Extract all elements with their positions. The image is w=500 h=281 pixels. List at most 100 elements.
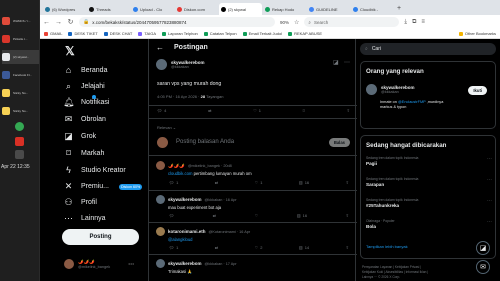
bookmark-item[interactable]: Laporan Telphon	[162, 31, 198, 36]
taskbar-app-sticky-1[interactable]: Sticky No...	[2, 86, 39, 100]
bookmark-item[interactable]: REKAP ABUSE	[288, 31, 322, 36]
post-button[interactable]: Posting	[62, 229, 139, 245]
sort-dropdown[interactable]: Relevan ⌄	[157, 125, 176, 130]
nav-more[interactable]: ⋯ Lainnya	[63, 213, 106, 224]
reply-button[interactable]: 💬︎	[169, 213, 174, 218]
extensions-icon[interactable]: ⧉	[412, 19, 416, 26]
grok-float-button[interactable]: ◪	[476, 241, 490, 255]
browser-tab[interactable]: Rekap Hodo	[263, 3, 306, 15]
more-icon[interactable]: ⋯	[344, 59, 350, 66]
browser-tab[interactable]: (6) Wordpres	[43, 3, 86, 15]
nav-creator-studio[interactable]: ϟ Studio Kreator	[63, 165, 126, 175]
browser-tab-active[interactable]: (2) skywal	[219, 3, 262, 15]
trend-item[interactable]: Sedang tren dalam topik Indonesia Sarapa…	[366, 177, 492, 187]
settings-icon[interactable]	[15, 150, 24, 159]
reply-item[interactable]: skywalkerebom @kkkakan · 17 Apr Trimakas…	[156, 259, 353, 275]
x-search-input[interactable]: ⌕ Cari	[360, 43, 496, 55]
taskbar-app-sticky-2[interactable]: Sticky No...	[2, 104, 39, 118]
app-icon[interactable]	[15, 137, 24, 146]
reply-submit-button[interactable]: Balas	[328, 137, 350, 147]
forward-arrow-icon[interactable]: →	[55, 19, 62, 26]
share-button[interactable]: ⇪	[346, 245, 349, 250]
like-button[interactable]: ♡ 2	[255, 245, 263, 250]
nav-messages[interactable]: ✉ Obrolan	[63, 114, 106, 125]
reply-link[interactable]: cloudbik.com	[168, 171, 192, 176]
more-icon[interactable]: ⋯	[487, 198, 492, 204]
reply-button[interactable]: 💬︎ 1	[169, 245, 178, 250]
like-button[interactable]: ♡ 1	[253, 108, 261, 113]
reply-button[interactable]: 💬︎ 1	[169, 180, 178, 185]
bookmark-item[interactable]: Email Terkait Judol	[242, 31, 282, 36]
share-button[interactable]: ⇪	[346, 213, 349, 218]
nav-bookmarks[interactable]: ⌑ Markah	[63, 148, 104, 159]
person-item[interactable]: skywalkerebom @kkkakan	[366, 84, 415, 95]
share-button[interactable]: ⇪	[346, 180, 349, 185]
star-icon[interactable]: ☆	[294, 19, 299, 26]
download-icon[interactable]: ⤓	[404, 19, 407, 26]
nav-home[interactable]: ⌂ Beranda	[63, 65, 108, 75]
reply-item[interactable]: 🌶️🌶️🌶️ @mikelink_bangek · 20d8 cloudbik.…	[156, 161, 353, 176]
new-tab-button[interactable]: +	[397, 3, 401, 15]
zoom-level[interactable]: 90%	[280, 20, 289, 25]
nav-profile[interactable]: ⚇ Profil	[63, 197, 97, 208]
messages-float-button[interactable]: ✉	[476, 260, 490, 274]
bio-link[interactable]: @EnclaustrFMP	[398, 100, 426, 104]
repost-button[interactable]: ⇄	[208, 108, 211, 113]
nav-premium[interactable]: ✕ Premiu... Diskon 60%	[63, 181, 143, 192]
bookmark-item[interactable]: DESK TIKET	[68, 31, 98, 36]
bookmark-item[interactable]: GMAIL	[44, 31, 62, 36]
like-button[interactable]: ♡	[255, 213, 259, 218]
bookmark-item[interactable]: DESK CHAT	[103, 31, 132, 36]
more-icon[interactable]: ⋯	[487, 219, 492, 225]
nav-grok[interactable]: ◪ Grok	[63, 131, 96, 142]
browser-tab[interactable]: Threads	[87, 3, 130, 15]
reply-item[interactable]: skywalkerebom @kkkakan · 16 Apr mau buat…	[156, 195, 353, 210]
more-icon[interactable]: ⋯	[487, 177, 492, 183]
address-bar[interactable]: 🔒 x.com/bekaksk/status/20447059577823880…	[79, 17, 275, 27]
nav-notifications[interactable]: 🔔︎ Notifikasi	[63, 95, 109, 108]
footer-line[interactable]: Lainnya ··· © 2026 X Corp.	[362, 275, 496, 280]
reply-button[interactable]: 💬︎ 4	[157, 108, 166, 113]
taskbar-app-skywalker[interactable]: (2) skywal...	[2, 50, 39, 64]
repost-button[interactable]: ⇄	[213, 213, 216, 218]
chrome-icon[interactable]	[15, 122, 24, 131]
share-button[interactable]: ⇪	[347, 108, 350, 113]
like-button[interactable]: ♡ 1	[255, 180, 263, 185]
nav-explore[interactable]: ⌕ Jelajahi	[63, 81, 105, 92]
browser-tab[interactable]: Diskon.com	[175, 3, 218, 15]
back-arrow-icon[interactable]: ←	[156, 43, 164, 52]
browser-tab[interactable]: Cloudbik -	[351, 3, 394, 15]
x-logo-icon[interactable]: 𝕏	[65, 44, 75, 58]
reply-item[interactable]: kotaronimami.eth @Kotaronimami · 16 Apr …	[156, 227, 353, 242]
bookmark-item[interactable]: Catatan Telpon	[203, 31, 237, 36]
repost-button[interactable]: ⇄	[215, 180, 218, 185]
repost-button[interactable]: ⇄	[215, 245, 218, 250]
other-bookmarks[interactable]: Other Bookmarks	[458, 31, 496, 36]
grok-icon[interactable]: ◪	[333, 59, 339, 66]
browser-search-input[interactable]: ⌕ Search	[304, 17, 400, 27]
more-icon[interactable]: ⋯	[487, 156, 492, 162]
back-arrow-icon[interactable]: ←	[43, 19, 50, 26]
post-author[interactable]: skywalkerebom @kkkakan	[156, 59, 205, 70]
menu-icon[interactable]: ≡	[421, 19, 425, 25]
mention-link[interactable]: @alangkloud	[168, 237, 193, 242]
views-button[interactable]: ▥ 16	[299, 180, 309, 185]
taskbar-app-pickelle[interactable]: Pickelle t...	[2, 32, 39, 46]
views-button[interactable]: ▥ 14	[299, 245, 309, 250]
show-more-link[interactable]: Tampilkan lebih banyak	[366, 244, 408, 249]
bookmark-button[interactable]: ⌑	[303, 108, 305, 113]
browser-tab[interactable]: GUIDELINE	[307, 3, 350, 15]
views-button[interactable]: ▥ 16	[297, 213, 307, 218]
account-switcher[interactable]: 🌶️🌶️🌶️ @mikelink_bangek ⋯	[64, 259, 134, 269]
trend-item[interactable]: Sedang tren dalam topik Indonesia Pagii …	[366, 156, 492, 166]
sheets-icon	[242, 31, 247, 36]
follow-button[interactable]: Ikuti	[468, 86, 487, 95]
reply-input-placeholder[interactable]: Posting balasan Anda	[176, 139, 234, 145]
reload-icon[interactable]: ↻	[67, 18, 74, 26]
bookmark-item[interactable]: TAIGA	[138, 31, 156, 36]
trend-item[interactable]: Olahraga · Populer Bola ⋯	[366, 219, 492, 229]
taskbar-app-facebook[interactable]: Facebook Fl...	[2, 68, 39, 82]
trend-item[interactable]: Sedang tren dalam topik Indonesia #25Tah…	[366, 198, 492, 208]
browser-tab[interactable]: Upload - Clo	[131, 3, 174, 15]
taskbar-app-whmcs[interactable]: WHMCS / r...	[2, 14, 39, 28]
